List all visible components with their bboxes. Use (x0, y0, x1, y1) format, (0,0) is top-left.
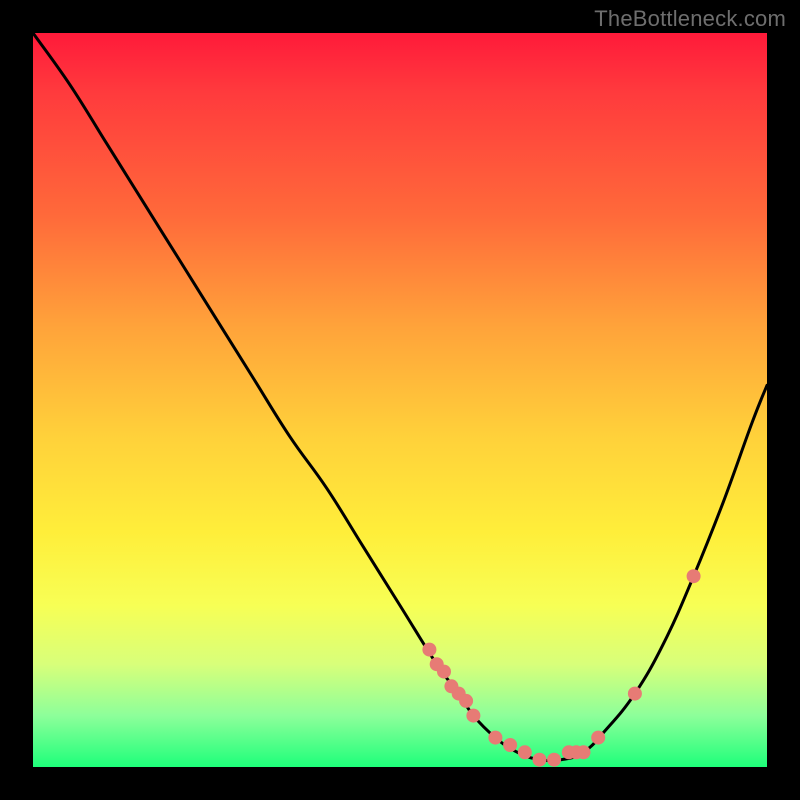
plot-area (33, 33, 767, 767)
curve-marker (547, 753, 561, 767)
chart-frame: TheBottleneck.com (0, 0, 800, 800)
curve-marker (503, 738, 517, 752)
bottleneck-curve-path (33, 33, 767, 761)
curve-marker (628, 687, 642, 701)
watermark-text: TheBottleneck.com (594, 6, 786, 32)
curve-markers-group (422, 569, 700, 767)
curve-marker (577, 745, 591, 759)
curve-marker (437, 665, 451, 679)
curve-marker (518, 745, 532, 759)
curve-marker (591, 731, 605, 745)
curve-marker (533, 753, 547, 767)
curve-marker (488, 731, 502, 745)
curve-marker (466, 709, 480, 723)
curve-marker (687, 569, 701, 583)
curve-marker (422, 643, 436, 657)
curve-marker (459, 694, 473, 708)
curve-svg (33, 33, 767, 767)
